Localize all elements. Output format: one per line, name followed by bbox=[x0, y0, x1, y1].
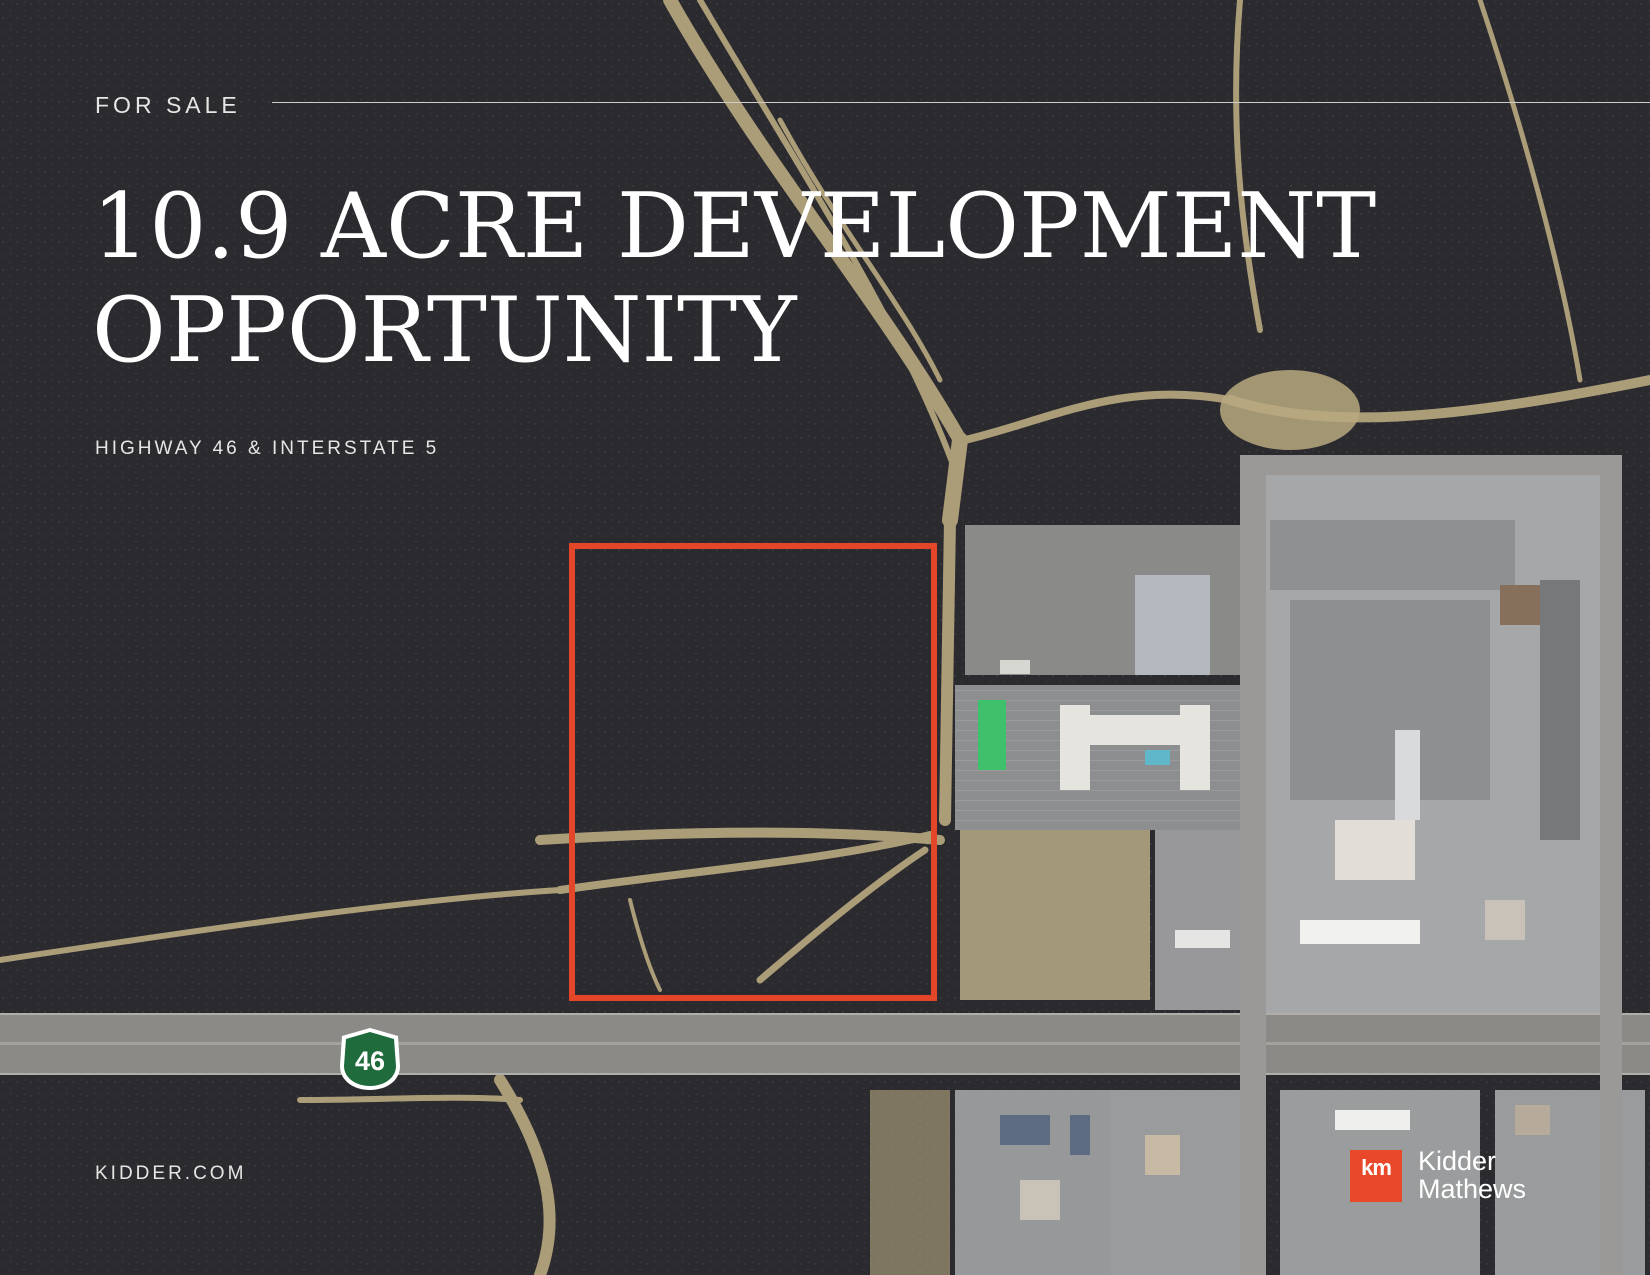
dirt-lot bbox=[960, 830, 1150, 1000]
km-logo-icon: km bbox=[1350, 1150, 1402, 1202]
page-title: 10.9 ACRE DEVELOPMENT OPPORTUNITY bbox=[92, 175, 1492, 383]
website-link[interactable]: KIDDER.COM bbox=[95, 1161, 246, 1187]
brochure-cover: 46 FOR SALE 10.9 ACRE DEVELOPMENT OPPORT… bbox=[0, 0, 1650, 1275]
brand-name: Kidder Mathews bbox=[1418, 1147, 1526, 1203]
kidder-mathews-logo: km Kidder Mathews bbox=[1350, 1147, 1580, 1203]
brand-name-line-2: Mathews bbox=[1418, 1174, 1527, 1204]
frontage-road bbox=[1240, 455, 1266, 1275]
title-line-1: 10.9 ACRE DEVELOPMENT bbox=[92, 174, 1377, 279]
location-label: HIGHWAY 46 & INTERSTATE 5 bbox=[95, 438, 440, 459]
for-sale-label: FOR SALE bbox=[95, 92, 241, 118]
title-line-2: OPPORTUNITY bbox=[92, 278, 797, 383]
dirt-lot-south bbox=[870, 1090, 950, 1275]
brand-name-line-1: Kidder bbox=[1418, 1146, 1497, 1176]
eyebrow-row: FOR SALE bbox=[95, 90, 1650, 120]
route-shield-number: 46 bbox=[355, 1046, 385, 1076]
eyebrow-divider bbox=[272, 102, 1650, 103]
route-46-shield-icon: 46 bbox=[340, 1028, 400, 1090]
